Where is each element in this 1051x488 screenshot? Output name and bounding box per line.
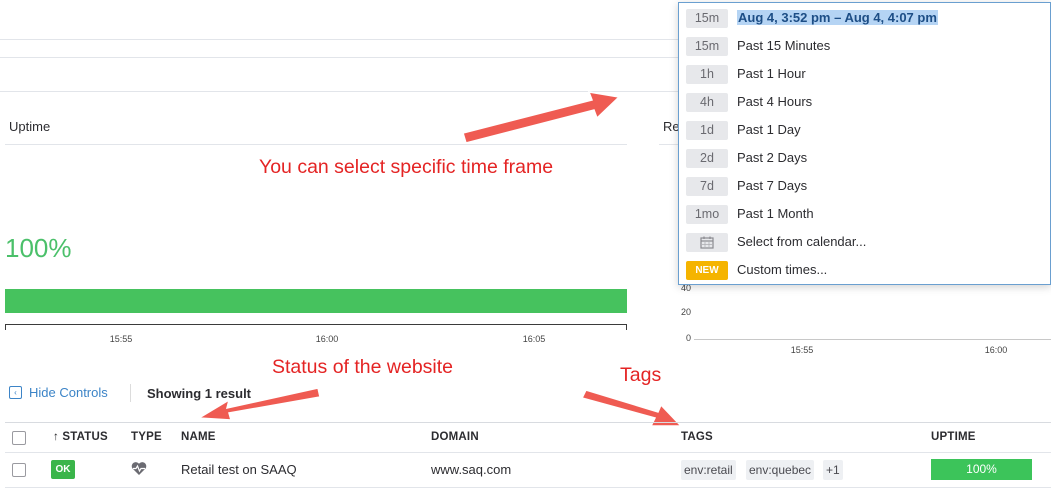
annotation-tags: Tags [620, 364, 662, 386]
time-option-4h[interactable]: 4h Past 4 Hours [686, 92, 1046, 114]
hide-controls-button[interactable]: ‹ Hide Controls [9, 385, 108, 400]
status-badge: OK [51, 460, 75, 479]
hide-controls-label: Hide Controls [29, 385, 108, 400]
time-option-label: Past 1 Hour [737, 66, 806, 81]
annotation-arrow [462, 91, 621, 144]
time-option-label: Past 2 Days [737, 150, 808, 165]
column-header-type[interactable]: TYPE [131, 431, 162, 443]
time-option-calendar[interactable]: Select from calendar... [686, 232, 1046, 254]
time-option-label: Past 1 Month [737, 206, 814, 221]
test-domain: www.saq.com [431, 462, 512, 477]
column-header-tags[interactable]: TAGS [681, 431, 713, 443]
column-header-name[interactable]: NAME [181, 431, 216, 443]
test-name[interactable]: Retail test on SAAQ [181, 462, 297, 477]
time-option-custom-range[interactable]: 15m Aug 4, 3:52 pm – Aug 4, 4:07 pm [686, 8, 1046, 30]
table-top-border [5, 422, 1051, 423]
time-option-1mo[interactable]: 1mo Past 1 Month [686, 204, 1046, 226]
time-option-custom-times[interactable]: NEW Custom times... [686, 260, 1046, 282]
column-header-status[interactable]: ↑ STATUS [53, 431, 108, 443]
time-badge: 7d [686, 177, 728, 196]
row-checkbox[interactable] [12, 463, 26, 477]
heartbeat-icon [131, 461, 147, 481]
time-badge: 1mo [686, 205, 728, 224]
time-range-dropdown[interactable]: 15m Aug 4, 3:52 pm – Aug 4, 4:07 pm 15m … [678, 2, 1051, 285]
time-option-label: Past 7 Days [737, 178, 808, 193]
collapse-panel-icon: ‹ [9, 386, 22, 399]
new-badge: NEW [686, 261, 728, 280]
time-badge: 1h [686, 65, 728, 84]
time-badge: 1d [686, 121, 728, 140]
tag-chip[interactable]: env:quebec [746, 460, 815, 480]
time-option-7d[interactable]: 7d Past 7 Days [686, 176, 1046, 198]
result-count: Showing 1 result [147, 386, 252, 401]
time-option-2d[interactable]: 2d Past 2 Days [686, 148, 1046, 170]
time-option-label: Select from calendar... [737, 234, 867, 249]
calendar-icon [686, 233, 728, 252]
selected-range-text[interactable]: Aug 4, 3:52 pm – Aug 4, 4:07 pm [737, 10, 938, 25]
uptime-cell: 100% [931, 459, 1032, 480]
annotation-time-frame: You can select specific time frame [259, 156, 554, 178]
time-badge: 2d [686, 149, 728, 168]
time-badge: 15m [686, 9, 728, 28]
select-all-checkbox[interactable] [12, 431, 26, 445]
time-option-label: Past 1 Day [737, 122, 801, 137]
time-option-15m[interactable]: 15m Past 15 Minutes [686, 36, 1046, 58]
time-option-label: Custom times... [737, 262, 828, 277]
time-badge: 15m [686, 37, 728, 56]
header-divider [5, 452, 1051, 453]
annotation-arrow [580, 389, 683, 427]
tag-chip[interactable]: env:retail [681, 460, 736, 480]
time-option-1h[interactable]: 1h Past 1 Hour [686, 64, 1046, 86]
more-tags-chip[interactable]: +1 [823, 460, 843, 480]
annotation-status: Status of the website [272, 356, 454, 378]
divider [130, 384, 131, 402]
time-option-label: Past 15 Minutes [737, 38, 831, 53]
time-option-1d[interactable]: 1d Past 1 Day [686, 120, 1046, 142]
time-badge: 4h [686, 93, 728, 112]
column-header-uptime[interactable]: UPTIME [931, 431, 976, 443]
sort-up-icon: ↑ [53, 431, 59, 443]
time-option-label: Past 4 Hours [737, 94, 813, 109]
column-header-domain[interactable]: DOMAIN [431, 431, 479, 443]
